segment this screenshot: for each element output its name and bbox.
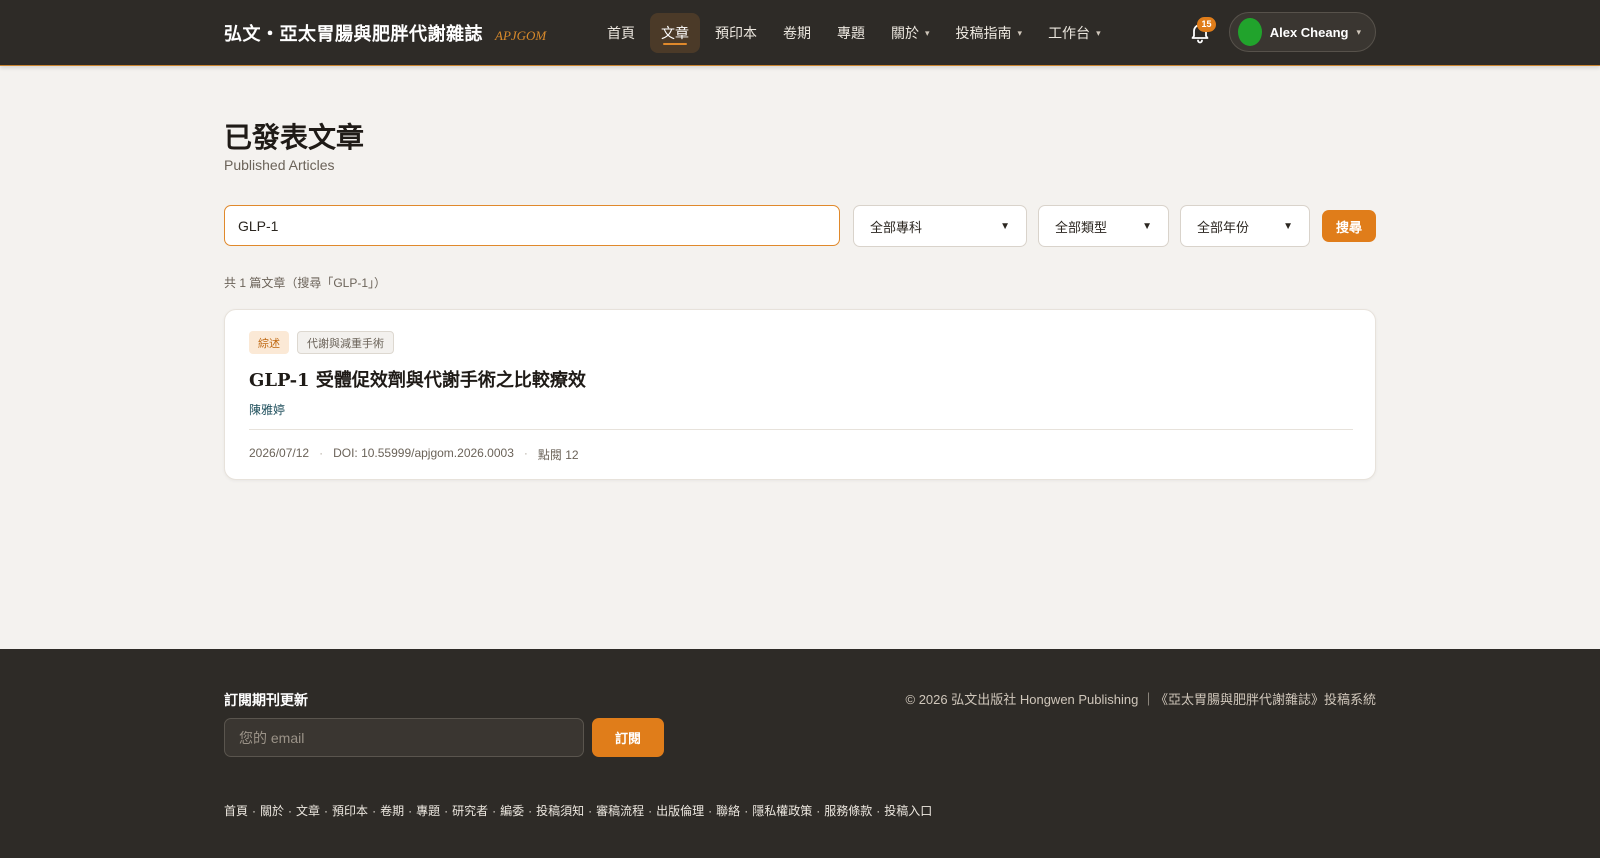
nav-label: 文章 bbox=[661, 25, 689, 41]
footer-link[interactable]: 服務條款 bbox=[824, 802, 872, 819]
article-card[interactable]: 綜述 代謝與減重手術 GLP-1 受體促效劑與代謝手術之比較療效 陳雅婷 202… bbox=[224, 309, 1376, 480]
user-menu[interactable]: Alex Cheang ▾ bbox=[1229, 12, 1376, 52]
card-divider bbox=[249, 429, 1353, 430]
chevron-down-icon: ▼ bbox=[1283, 220, 1293, 232]
search-button[interactable]: 搜尋 bbox=[1322, 210, 1376, 242]
nav-special-topics[interactable]: 專題 bbox=[826, 13, 876, 53]
brand-title: 弘文・亞太胃腸與肥胖代謝雜誌 bbox=[224, 24, 483, 45]
footer-link[interactable]: 投稿入口 bbox=[884, 802, 932, 819]
nav-submission-guide[interactable]: 投稿指南 ▾ bbox=[945, 13, 1034, 53]
top-navigation-bar: 弘文・亞太胃腸與肥胖代謝雜誌 APJGOM 首頁 文章 預印本 卷期 專題 關於… bbox=[0, 0, 1600, 66]
chevron-down-icon: ▾ bbox=[1096, 27, 1101, 38]
page-subtitle: Published Articles bbox=[224, 157, 335, 173]
meta-separator: · bbox=[523, 446, 528, 460]
nav-articles[interactable]: 文章 bbox=[650, 13, 700, 53]
specialty-select[interactable]: 全部專科 ▼ bbox=[853, 205, 1027, 247]
copyright: © 2026 弘文出版社 Hongwen Publishing ｜《亞太胃腸與肥… bbox=[905, 692, 1376, 707]
footer-link[interactable]: 投稿須知 bbox=[536, 802, 584, 819]
footer-link[interactable]: 卷期 bbox=[380, 802, 404, 819]
nav-label: 卷期 bbox=[783, 25, 811, 41]
notification-badge: 15 bbox=[1197, 17, 1216, 32]
footer-link[interactable]: 首頁 bbox=[224, 802, 248, 819]
brand[interactable]: 弘文・亞太胃腸與肥胖代謝雜誌 APJGOM bbox=[224, 20, 546, 46]
nav-preprints[interactable]: 預印本 bbox=[704, 13, 768, 53]
type-select-value: 全部類型 bbox=[1055, 219, 1108, 235]
brand-abbreviation: APJGOM bbox=[495, 28, 547, 43]
article-type-tag[interactable]: 綜述 bbox=[249, 331, 289, 354]
subscribe-title: 訂閱期刊更新 bbox=[224, 692, 308, 708]
subscribe-button[interactable]: 訂閱 bbox=[592, 718, 664, 757]
footer-link[interactable]: 文章 bbox=[296, 802, 320, 819]
footer-link[interactable]: 編委 bbox=[500, 802, 524, 819]
nav-about[interactable]: 關於 ▾ bbox=[880, 13, 941, 53]
nav-label: 預印本 bbox=[715, 25, 757, 41]
chevron-down-icon: ▾ bbox=[925, 27, 930, 38]
nav-label: 關於 bbox=[891, 25, 919, 41]
article-title[interactable]: GLP-1 受體促效劑與代謝手術之比較療效 bbox=[249, 366, 586, 392]
specialty-select-value: 全部專科 bbox=[870, 219, 923, 235]
footer-link[interactable]: 研究者 bbox=[452, 802, 488, 819]
nav-label: 工作台 bbox=[1048, 25, 1091, 41]
footer-link[interactable]: 關於 bbox=[260, 802, 284, 819]
year-select[interactable]: 全部年份 ▼ bbox=[1180, 205, 1310, 247]
chevron-down-icon: ▼ bbox=[1000, 220, 1010, 232]
footer-link[interactable]: 專題 bbox=[416, 802, 440, 819]
user-name: Alex Cheang bbox=[1269, 24, 1349, 40]
main-nav: 首頁 文章 預印本 卷期 專題 關於 ▾ 投稿指南 ▾ 工作台 ▾ bbox=[596, 13, 1116, 53]
nav-home[interactable]: 首頁 bbox=[596, 13, 646, 53]
footer-links: 首頁 · 關於 · 文章 · 預印本 · 卷期 · 專題 · 研究者 · 編委 · 投稿須知 · … bbox=[224, 802, 933, 819]
page-title: 已發表文章 bbox=[224, 121, 365, 154]
meta-separator: · bbox=[319, 446, 324, 460]
nav-workspace[interactable]: 工作台 ▾ bbox=[1037, 13, 1112, 53]
nav-label: 投稿指南 bbox=[955, 25, 1012, 41]
footer-link[interactable]: 出版倫理 bbox=[656, 802, 704, 819]
year-select-value: 全部年份 bbox=[1197, 219, 1250, 235]
result-summary: 共 1 篇文章（搜尋「GLP-1」） bbox=[224, 276, 387, 290]
footer-link[interactable]: 預印本 bbox=[332, 802, 368, 819]
article-views: 點閱 12 bbox=[537, 448, 579, 462]
type-select[interactable]: 全部類型 ▼ bbox=[1038, 205, 1169, 247]
footer-link[interactable]: 審稿流程 bbox=[596, 802, 644, 819]
nav-issues[interactable]: 卷期 bbox=[772, 13, 822, 53]
footer-link[interactable]: 隱私權政策 bbox=[752, 802, 812, 819]
article-subject-tag[interactable]: 代謝與減重手術 bbox=[297, 331, 394, 354]
article-meta: 2026/07/12 · DOI: 10.55999/apjgom.2026.0… bbox=[249, 446, 579, 463]
footer: 訂閱期刊更新 訂閱 © 2026 弘文出版社 Hongwen Publishin… bbox=[0, 649, 1600, 858]
article-tags: 綜述 代謝與減重手術 bbox=[249, 331, 394, 354]
email-field[interactable] bbox=[224, 718, 584, 757]
chevron-down-icon: ▾ bbox=[1017, 27, 1023, 38]
search-input[interactable] bbox=[224, 205, 840, 246]
chevron-down-icon: ▾ bbox=[1356, 26, 1361, 37]
article-author[interactable]: 陳雅婷 bbox=[249, 401, 285, 418]
article-date: 2026/07/12 bbox=[249, 446, 310, 460]
chevron-down-icon: ▼ bbox=[1142, 220, 1152, 232]
article-doi: DOI: 10.55999/apjgom.2026.0003 bbox=[333, 446, 514, 460]
footer-link[interactable]: 聯絡 bbox=[716, 802, 740, 819]
avatar bbox=[1238, 18, 1262, 46]
nav-label: 專題 bbox=[837, 25, 865, 41]
nav-label: 首頁 bbox=[607, 25, 635, 41]
